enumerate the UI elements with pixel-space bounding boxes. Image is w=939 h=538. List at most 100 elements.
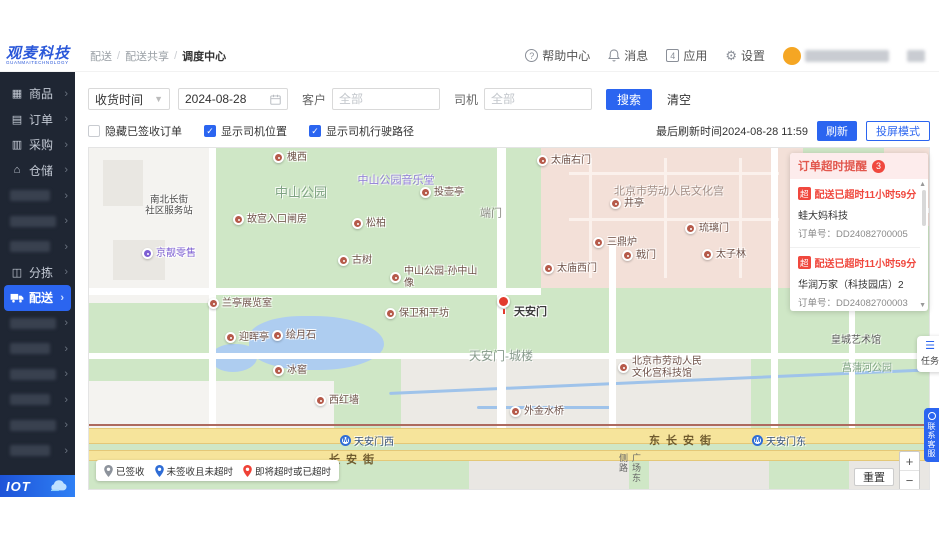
sidebar-item-redacted[interactable]: › bbox=[0, 209, 75, 235]
sidebar-item-采购[interactable]: ▥ 采购 › bbox=[0, 132, 75, 158]
overdue-order-item[interactable]: 超配送已超时11小时59分 蛙大妈科技 订单号：DD24082700005 bbox=[790, 179, 920, 248]
poi-label: 三鼎炉 bbox=[607, 237, 637, 248]
zoom-in-button[interactable]: + bbox=[900, 452, 919, 471]
map-poi-琉璃门[interactable]: 琉璃门 bbox=[685, 223, 729, 235]
pin-icon bbox=[154, 464, 164, 477]
checkbox-checked-icon[interactable]: ✓ bbox=[309, 125, 321, 137]
map-poi-保卫和平坊[interactable]: 保卫和平坊 bbox=[385, 308, 449, 320]
sidebar-item-订单[interactable]: ▤ 订单 › bbox=[0, 107, 75, 133]
sidebar-item-仓储[interactable]: ⌂ 仓储 › bbox=[0, 158, 75, 184]
map-poi-京靓零售[interactable]: 京靓零售 bbox=[142, 248, 196, 260]
checkbox-checked-icon[interactable]: ✓ bbox=[204, 125, 216, 137]
zoom-out-button[interactable]: − bbox=[900, 471, 919, 489]
date-picker[interactable] bbox=[178, 88, 288, 110]
sidebar-item-iot[interactable]: IOT bbox=[0, 475, 75, 497]
search-button[interactable]: 搜索 bbox=[606, 88, 653, 110]
map-area-label: 皇城艺术馆 bbox=[831, 335, 881, 346]
chevron-right-icon: › bbox=[64, 317, 68, 330]
clear-button[interactable]: 清空 bbox=[667, 91, 691, 108]
scroll-up-icon[interactable]: ▲ bbox=[919, 181, 926, 188]
poi-label: 冰窖 bbox=[287, 365, 307, 376]
task-widget[interactable]: ☰ 任务 bbox=[917, 336, 939, 372]
map-poi-外金水桥[interactable]: 外金水桥 bbox=[510, 406, 564, 418]
gear-icon: ⚙ bbox=[725, 48, 737, 63]
map-poi-井亭[interactable]: 井亭 bbox=[610, 198, 644, 210]
sidebar-item-label: 商品 bbox=[29, 87, 54, 102]
map-urban-block bbox=[649, 456, 769, 489]
sidebar-item-redacted[interactable]: › bbox=[0, 183, 75, 209]
map-poi-中山公园-孙中山像[interactable]: 中山公园-孙中山像 bbox=[390, 266, 482, 289]
poi-label: 井亭 bbox=[624, 198, 644, 209]
map-zoom-control: + − bbox=[899, 451, 920, 489]
sidebar-item-redacted[interactable]: › bbox=[0, 336, 75, 362]
map-reset-button[interactable]: 重置 bbox=[854, 468, 894, 486]
redacted-label bbox=[10, 241, 51, 253]
customer-input[interactable] bbox=[339, 92, 434, 106]
map-poi-迎晖亭[interactable]: 迎晖亭 bbox=[225, 332, 269, 344]
map-poi-北京市劳动人民文化宫科技馆[interactable]: 北京市劳动人民文化宫科技馆 bbox=[618, 356, 710, 379]
checkbox-隐藏已签收订单[interactable]: 隐藏已签收订单 bbox=[88, 123, 182, 139]
sidebar-item-redacted[interactable]: › bbox=[0, 362, 75, 388]
checkbox-显示司机行驶路径[interactable]: ✓ 显示司机行驶路径 bbox=[309, 123, 414, 139]
driver-input[interactable] bbox=[491, 92, 586, 106]
map-poi-冰窖[interactable]: 冰窖 bbox=[273, 365, 307, 377]
cloud-icon bbox=[51, 480, 67, 492]
legend-label: 已签收 bbox=[116, 466, 145, 478]
overdue-order-item[interactable]: 超配送已超时11小时59分 华润万家（科技园店）2 订单号：DD2408270000… bbox=[790, 248, 920, 311]
breadcrumb-item[interactable]: 配送共享 bbox=[125, 48, 169, 64]
driver-field[interactable] bbox=[484, 88, 593, 110]
checkbox-显示司机位置[interactable]: ✓ 显示司机位置 bbox=[204, 123, 287, 139]
breadcrumb-item[interactable]: 配送 bbox=[90, 48, 112, 64]
map-poi-戟门[interactable]: 戟门 bbox=[622, 250, 656, 262]
sidebar-item-redacted[interactable]: › bbox=[0, 387, 75, 413]
apps-button[interactable]: 4 应用 bbox=[666, 47, 707, 64]
scrollbar-thumb[interactable] bbox=[922, 190, 926, 226]
order-number: 订单号：DD24082700005 bbox=[798, 229, 908, 240]
map-poi-太庙右门[interactable]: 太庙右门 bbox=[537, 155, 591, 167]
sidebar-item-redacted[interactable]: › bbox=[0, 438, 75, 464]
map-poi-太庙西门[interactable]: 太庙西门 bbox=[543, 263, 597, 275]
map-poi-古树[interactable]: 古树 bbox=[338, 255, 372, 267]
sidebar-item-商品[interactable]: ▦ 商品 › bbox=[0, 81, 75, 107]
sidebar-item-label: 采购 bbox=[29, 138, 54, 153]
user-account[interactable] bbox=[783, 46, 889, 65]
map-poi-兰亭展览室[interactable]: 兰亭展览室 bbox=[208, 298, 272, 310]
sidebar-item-redacted[interactable]: › bbox=[0, 311, 75, 337]
redacted-label bbox=[10, 343, 51, 355]
metro-station-天安门东[interactable]: M 天安门东 bbox=[752, 433, 806, 448]
sidebar-item-redacted[interactable]: › bbox=[0, 234, 75, 260]
map-landmark-天安门[interactable]: 天安门 bbox=[497, 295, 547, 319]
poi-marker-icon bbox=[420, 187, 431, 199]
time-type-select[interactable]: 收货时间 ▼ bbox=[88, 88, 170, 110]
date-input[interactable] bbox=[185, 92, 261, 106]
refresh-button[interactable]: 刷新 bbox=[817, 121, 857, 141]
help-center-button[interactable]: ? 帮助中心 bbox=[525, 47, 590, 64]
messages-button[interactable]: 消息 bbox=[608, 47, 648, 64]
map-poi-三鼎炉[interactable]: 三鼎炉 bbox=[593, 237, 637, 249]
map-poi-投壶亭[interactable]: 投壶亭 bbox=[420, 187, 464, 199]
sidebar-item-配送[interactable]: 配送 › bbox=[4, 285, 71, 311]
messages-label: 消息 bbox=[624, 49, 649, 63]
checkbox-unchecked-icon[interactable] bbox=[88, 125, 100, 137]
map-poi-松柏[interactable]: 松柏 bbox=[352, 218, 386, 230]
cast-mode-button[interactable]: 投屏模式 bbox=[866, 121, 930, 141]
map-poi-绘月石[interactable]: 绘月石 bbox=[272, 330, 316, 342]
poi-label: 戟门 bbox=[636, 250, 656, 261]
map-poi-故宫入口闸房[interactable]: 故宫入口闸房 bbox=[233, 214, 307, 226]
map-poi-槐西[interactable]: 槐西 bbox=[273, 152, 307, 164]
sidebar-item-分拣[interactable]: ◫ 分拣 › bbox=[0, 260, 75, 286]
metro-station-天安门西[interactable]: M 天安门西 bbox=[340, 433, 394, 448]
map-poi-太子林[interactable]: 太子林 bbox=[702, 249, 746, 261]
sidebar-item-redacted[interactable]: › bbox=[0, 413, 75, 439]
map-road bbox=[771, 148, 778, 431]
pin-stem bbox=[503, 309, 505, 314]
settings-button[interactable]: ⚙ 设置 bbox=[725, 47, 765, 64]
chevron-right-icon: › bbox=[64, 87, 68, 100]
alert-status: 超配送已超时11小时59分 bbox=[798, 186, 918, 201]
contact-support-tab[interactable]: 联系客服 bbox=[924, 408, 939, 462]
map-poi-西红墙[interactable]: 西红墙 bbox=[315, 395, 359, 407]
customer-field[interactable] bbox=[332, 88, 441, 110]
map-road bbox=[89, 288, 541, 295]
panel-list[interactable]: ▲ 超配送已超时11小时59分 蛙大妈科技 订单号：DD24082700005 超配送… bbox=[790, 179, 928, 311]
scroll-down-icon[interactable]: ▼ bbox=[919, 302, 926, 309]
